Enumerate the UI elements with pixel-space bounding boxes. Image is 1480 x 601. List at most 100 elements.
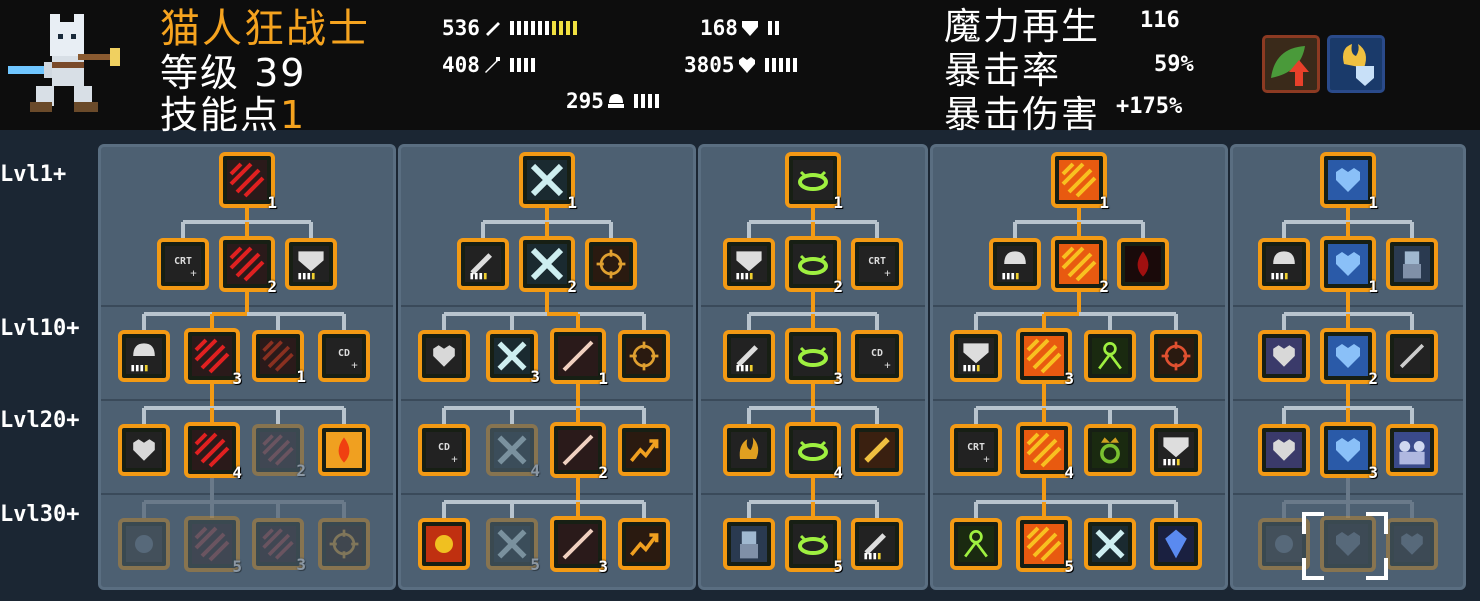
skill-node-crit-plus[interactable]: CRT + [950,424,1002,476]
skill-node-cross-blade[interactable]: 1 [519,152,577,212]
skill-node-red-claw[interactable]: 2 [219,236,277,296]
skill-node-cross-blade[interactable]: 3 [486,330,540,386]
skill-node-crit-plus[interactable]: CRT + [157,238,209,290]
skill-node-faded-claw[interactable]: 3 [252,518,306,574]
skill-node-fire-claw[interactable]: 2 [1051,236,1109,296]
skill-node-gold-blade[interactable] [851,424,903,476]
skill-node-sword-meter[interactable] [851,518,903,570]
skill-node-fire-claw[interactable]: 3 [1016,328,1074,388]
skill-node-green-halo[interactable]: 1 [785,152,843,212]
skill-node-armor-meter[interactable] [950,330,1002,382]
faded-heart-icon [1328,524,1368,564]
skill-node-slash[interactable]: 1 [550,328,608,388]
attack-stat: 536 [442,16,577,40]
skill-node-sword-meter[interactable] [457,238,509,290]
skill-node-faded-cross[interactable]: 5 [486,518,540,574]
green-halo-icon [793,160,833,200]
skill-node-crown-ring[interactable] [1084,424,1136,476]
skill-node-blood-drop[interactable] [1117,238,1169,290]
skill-node-red-claw[interactable]: 3 [184,328,242,388]
skill-node-helmet-meter[interactable] [1258,238,1310,290]
skill-node-faded-heart[interactable] [1386,518,1438,570]
skill-node-cooldown-plus[interactable]: CD + [851,330,903,382]
skill-node-green-halo[interactable]: 3 [785,328,843,388]
skill-node-green-compass[interactable] [1084,330,1136,382]
fire-cat-icon [731,432,767,468]
skill-node-blue-heart[interactable]: 3 [1320,422,1378,482]
skill-node-gear-heart[interactable] [1258,424,1310,476]
red-claw-icon [192,430,232,470]
leaf-attack-buff-icon[interactable] [1262,35,1320,93]
skill-node-fire-cat[interactable] [723,424,775,476]
skill-node-knight[interactable] [723,518,775,570]
skill-node-target[interactable] [618,330,670,382]
skill-node-armor-meter[interactable] [285,238,337,290]
cat-warrior-avatar-icon [8,14,120,112]
skill-node-faded-target[interactable] [318,518,370,570]
skill-node-cooldown-plus[interactable]: CD + [318,330,370,382]
gold-blade-icon [859,432,895,468]
skill-level-number: 3 [1368,463,1378,482]
skill-node-cooldown-plus[interactable]: CD + [418,424,470,476]
skill-node-crossed-swords[interactable] [1084,518,1136,570]
fire-claw-icon [1024,336,1064,376]
skill-node-blue-heart[interactable]: 2 [1320,328,1378,388]
skill-node-fire-claw[interactable]: 1 [1051,152,1109,212]
skill-node-faded-claw[interactable]: 5 [184,516,242,576]
skill-node-green-halo[interactable]: 4 [785,422,843,482]
skill-node-ghost-army[interactable] [1386,424,1438,476]
wand-icon [484,57,500,73]
skill-node-red-target[interactable] [1150,330,1202,382]
skill-node-sword-meter[interactable] [723,330,775,382]
skill-node-fire-claw[interactable]: 5 [1016,516,1074,576]
faded-claw-icon [192,524,232,564]
skill-node-helmet-meter[interactable] [118,330,170,382]
skill-node-fire-claw[interactable]: 4 [1016,422,1074,482]
health-stat: 3805 [684,53,797,77]
skill-node-armor-meter[interactable] [1150,424,1202,476]
svg-text:CD: CD [338,348,350,359]
skill-node-heart-shield[interactable] [118,424,170,476]
skill-node-faded-cross[interactable]: 4 [486,424,540,480]
defense-bars [767,21,779,35]
cross-blade-icon [527,160,567,200]
skill-node-dark-claw[interactable]: 1 [252,330,306,386]
skill-level-number: 1 [598,369,608,388]
skill-node-dark-sword[interactable] [1386,330,1438,382]
svg-text:CD: CD [871,348,883,359]
skill-node-rising-arrow[interactable] [618,424,670,476]
skill-level-number: 2 [567,277,577,296]
skill-node-green-halo[interactable]: 2 [785,236,843,296]
skill-node-fire-drop[interactable] [318,424,370,476]
skill-node-slash[interactable]: 3 [550,516,608,576]
skill-node-cross-blade[interactable]: 2 [519,236,577,296]
skill-node-blue-gem[interactable] [1150,518,1202,570]
blood-drop-icon [1125,246,1161,282]
skill-node-helmet-timer[interactable] [989,238,1041,290]
fire-shield-buff-icon[interactable] [1327,35,1385,93]
skill-node-slash[interactable]: 2 [550,422,608,482]
skill-node-blue-heart[interactable]: 1 [1320,152,1378,212]
skill-node-knight-sword[interactable] [1386,238,1438,290]
skill-node-green-halo[interactable]: 5 [785,516,843,576]
skill-node-red-claw[interactable]: 4 [184,422,242,482]
skill-node-gear-heart[interactable] [1258,330,1310,382]
row-label-lvl30: Lvl30+ [0,502,80,527]
green-compass-icon [1092,338,1128,374]
skill-level-number: 3 [833,369,843,388]
skill-node-rising-arrow[interactable] [618,518,670,570]
skill-node-green-compass[interactable] [950,518,1002,570]
skill-node-explosion[interactable] [418,518,470,570]
skill-node-heart-meter[interactable] [418,330,470,382]
heart-shield-icon [126,432,162,468]
faded-claw-icon [260,432,296,468]
skill-node-blue-heart[interactable]: 1 [1320,236,1378,296]
skill-node-red-claw[interactable]: 1 [219,152,277,212]
skill-node-faded-claw[interactable]: 2 [252,424,306,480]
sword-meter-icon [731,338,767,374]
skill-node-faded-armor[interactable] [118,518,170,570]
skill-node-target[interactable] [585,238,637,290]
skill-node-armor-meter[interactable] [723,238,775,290]
skill-node-crit-plus[interactable]: CRT + [851,238,903,290]
skill-level-number: 2 [296,461,306,480]
